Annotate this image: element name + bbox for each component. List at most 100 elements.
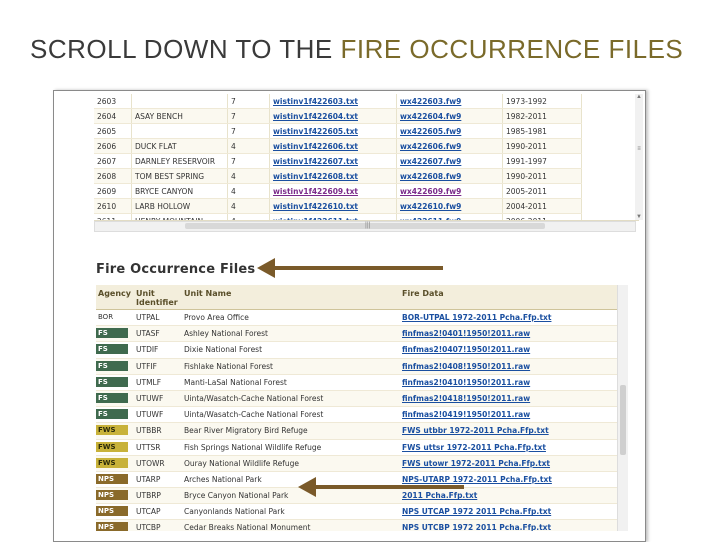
unit-identifier: UTARP [136, 474, 161, 484]
station-name: BRYCE CANYON [131, 183, 228, 199]
unit-name: Canyonlands National Park [184, 507, 285, 517]
station-id: 2603 [94, 94, 132, 109]
unit-name: Cedar Breaks National Monument [184, 523, 311, 531]
wx-file-link[interactable]: wx422605.fw9 [396, 123, 503, 139]
fire-data-link[interactable]: FWS utbbr 1972-2011 Pcha.Ffp.txt [402, 426, 549, 435]
unit-identifier: UTCBP [136, 523, 161, 531]
fire-data-link[interactable]: BOR-UTPAL 1972-2011 Pcha.Ffp.txt [402, 313, 551, 322]
station-name [131, 94, 228, 109]
table-row: 2608 TOM BEST SPRING 4 wistinv1f422608.txt w… [94, 168, 582, 184]
station-id: 2606 [94, 138, 132, 154]
station-model: 4 [227, 168, 270, 184]
fire-table-header: Agency Unit Identifier Unit Name Fire Da… [96, 285, 617, 310]
scroll-grip-icon[interactable]: ≡ [635, 146, 643, 152]
years: 2005-2011 [502, 183, 582, 199]
wx-file-link[interactable]: wx422603.fw9 [396, 94, 503, 109]
table-row: NPS UTCBP Cedar Breaks National Monument NP… [96, 520, 617, 531]
station-id: 2610 [94, 198, 132, 214]
inventory-link[interactable]: wistinv1f422603.txt [269, 94, 397, 109]
unit-identifier: UTASF [136, 329, 160, 339]
fire-occurrence-heading: Fire Occurrence Files [96, 262, 256, 277]
unit-name: Uinta/Wasatch-Cache National Forest [184, 393, 324, 403]
unit-identifier: UTPAL [136, 313, 160, 322]
station-id: 2604 [94, 108, 132, 124]
agency-badge: NPS [96, 506, 128, 517]
station-model: 4 [227, 198, 270, 214]
inventory-link[interactable]: wistinv1f422609.txt [269, 183, 397, 199]
agency-badge: FWS [96, 457, 128, 468]
unit-identifier: UTMLF [136, 377, 162, 387]
agency-badge: FS [96, 328, 128, 339]
station-id: 2607 [94, 153, 132, 169]
inventory-link[interactable]: wistinv1f422605.txt [269, 123, 397, 139]
weather-table-horizontal-scrollbar[interactable]: ||| [94, 221, 636, 232]
weather-table: 2603 7 wistinv1f422603.txt wx422603.fw9 1973… [94, 94, 582, 220]
wx-file-link[interactable]: wx422608.fw9 [396, 168, 503, 184]
table-row: FS UTUWF Uinta/Wasatch-Cache National Fore… [96, 390, 617, 408]
fire-data-link[interactable]: finfmas2!0401!1950!2011.raw [402, 329, 530, 338]
fire-data-link[interactable]: finfmas2!0419!1950!2011.raw [402, 410, 530, 419]
table-row: FWS UTTSR Fish Springs National Wildlife R… [96, 440, 617, 456]
table-row: FS UTDIF Dixie National Forest finfmas2!040… [96, 342, 617, 359]
unit-name: Bear River Migratory Bird Refuge [184, 426, 308, 436]
slide-title-prefix: SCROLL DOWN TO THE [30, 34, 341, 64]
inventory-link[interactable]: wistinv1f422606.txt [269, 138, 397, 154]
inventory-link[interactable]: wistinv1f422611.txt [269, 213, 397, 220]
station-model: 7 [227, 94, 270, 109]
fire-data-link[interactable]: FWS utowr 1972-2011 Pcha.Ffp.txt [402, 459, 550, 468]
fire-data-link[interactable]: FWS uttsr 1972-2011 Pcha.Ffp.txt [402, 443, 546, 452]
unit-identifier: UTUWF [136, 393, 164, 403]
col-fire-data: Fire Data [402, 289, 444, 298]
table-row: 2604 ASAY BENCH 7 wistinv1f422604.txt wx4226… [94, 108, 582, 124]
fire-data-link[interactable]: finfmas2!0407!1950!2011.raw [402, 345, 530, 354]
vertical-scroll-thumb[interactable] [620, 385, 626, 455]
fire-data-link[interactable]: finfmas2!0410!1950!2011.raw [402, 378, 530, 387]
station-model: 7 [227, 108, 270, 124]
wx-file-link[interactable]: wx422611.fw9 [396, 213, 503, 220]
wx-file-link[interactable]: wx422609.fw9 [396, 183, 503, 199]
col-unit-name: Unit Name [184, 289, 232, 298]
unit-identifier: UTFIF [136, 361, 157, 371]
agency-badge: NPS [96, 522, 128, 531]
fire-data-link[interactable]: NPS UTCBP 1972 2011 Pcha.Ffp.txt [402, 523, 551, 531]
fire-data-link[interactable]: finfmas2!0408!1950!2011.raw [402, 362, 530, 371]
table-row: FWS UTOWR Ouray National Wildlife Refuge FW… [96, 455, 617, 472]
agency-badge: FWS [96, 425, 128, 436]
station-model: 4 [227, 138, 270, 154]
years: 1990-2011 [502, 138, 582, 154]
years: 1973-1992 [502, 94, 582, 109]
wx-file-link[interactable]: wx422607.fw9 [396, 153, 503, 169]
unit-identifier: UTUWF [136, 410, 164, 420]
table-row: 2606 DUCK FLAT 4 wistinv1f422606.txt wx42260… [94, 138, 582, 154]
years: 1985-1981 [502, 123, 582, 139]
inventory-link[interactable]: wistinv1f422604.txt [269, 108, 397, 124]
wx-file-link[interactable]: wx422610.fw9 [396, 198, 503, 214]
fire-data-link[interactable]: finfmas2!0418!1950!2011.raw [402, 394, 530, 403]
unit-identifier: UTBRP [136, 491, 161, 501]
wx-file-link[interactable]: wx422604.fw9 [396, 108, 503, 124]
unit-identifier: UTOWR [136, 458, 165, 468]
scroll-up-icon[interactable]: ▲ [635, 94, 643, 100]
table-row: 2610 LARB HOLLOW 4 wistinv1f422610.txt wx422… [94, 198, 582, 214]
table-row: 2605 7 wistinv1f422605.txt wx422605.fw9 1985… [94, 123, 582, 139]
inventory-link[interactable]: wistinv1f422607.txt [269, 153, 397, 169]
scroll-down-icon[interactable]: ▼ [635, 214, 643, 220]
agency-badge: NPS [96, 490, 128, 501]
fire-table-vertical-scrollbar[interactable] [617, 285, 628, 531]
slide-title: SCROLL DOWN TO THE FIRE OCCURRENCE FILES [30, 34, 683, 65]
fire-data-link[interactable]: NPS UTCAP 1972 2011 Pcha.Ffp.txt [402, 507, 551, 516]
inventory-link[interactable]: wistinv1f422608.txt [269, 168, 397, 184]
unit-name: Bryce Canyon National Park [184, 491, 289, 501]
station-name: DARNLEY RESERVOIR [131, 153, 228, 169]
station-name [131, 123, 228, 139]
station-model: 4 [227, 183, 270, 199]
wx-file-link[interactable]: wx422606.fw9 [396, 138, 503, 154]
weather-table-vertical-scrollbar[interactable]: ▲ ≡ ▼ [635, 94, 643, 220]
agency-badge: FS [96, 409, 128, 420]
unit-name: Fishlake National Forest [184, 361, 273, 371]
weather-station-table: 2603 7 wistinv1f422603.txt wx422603.fw9 1973… [94, 94, 639, 221]
unit-name: Provo Area Office [184, 313, 249, 322]
arrow-to-row [298, 477, 464, 497]
inventory-link[interactable]: wistinv1f422610.txt [269, 198, 397, 214]
station-model: 7 [227, 153, 270, 169]
